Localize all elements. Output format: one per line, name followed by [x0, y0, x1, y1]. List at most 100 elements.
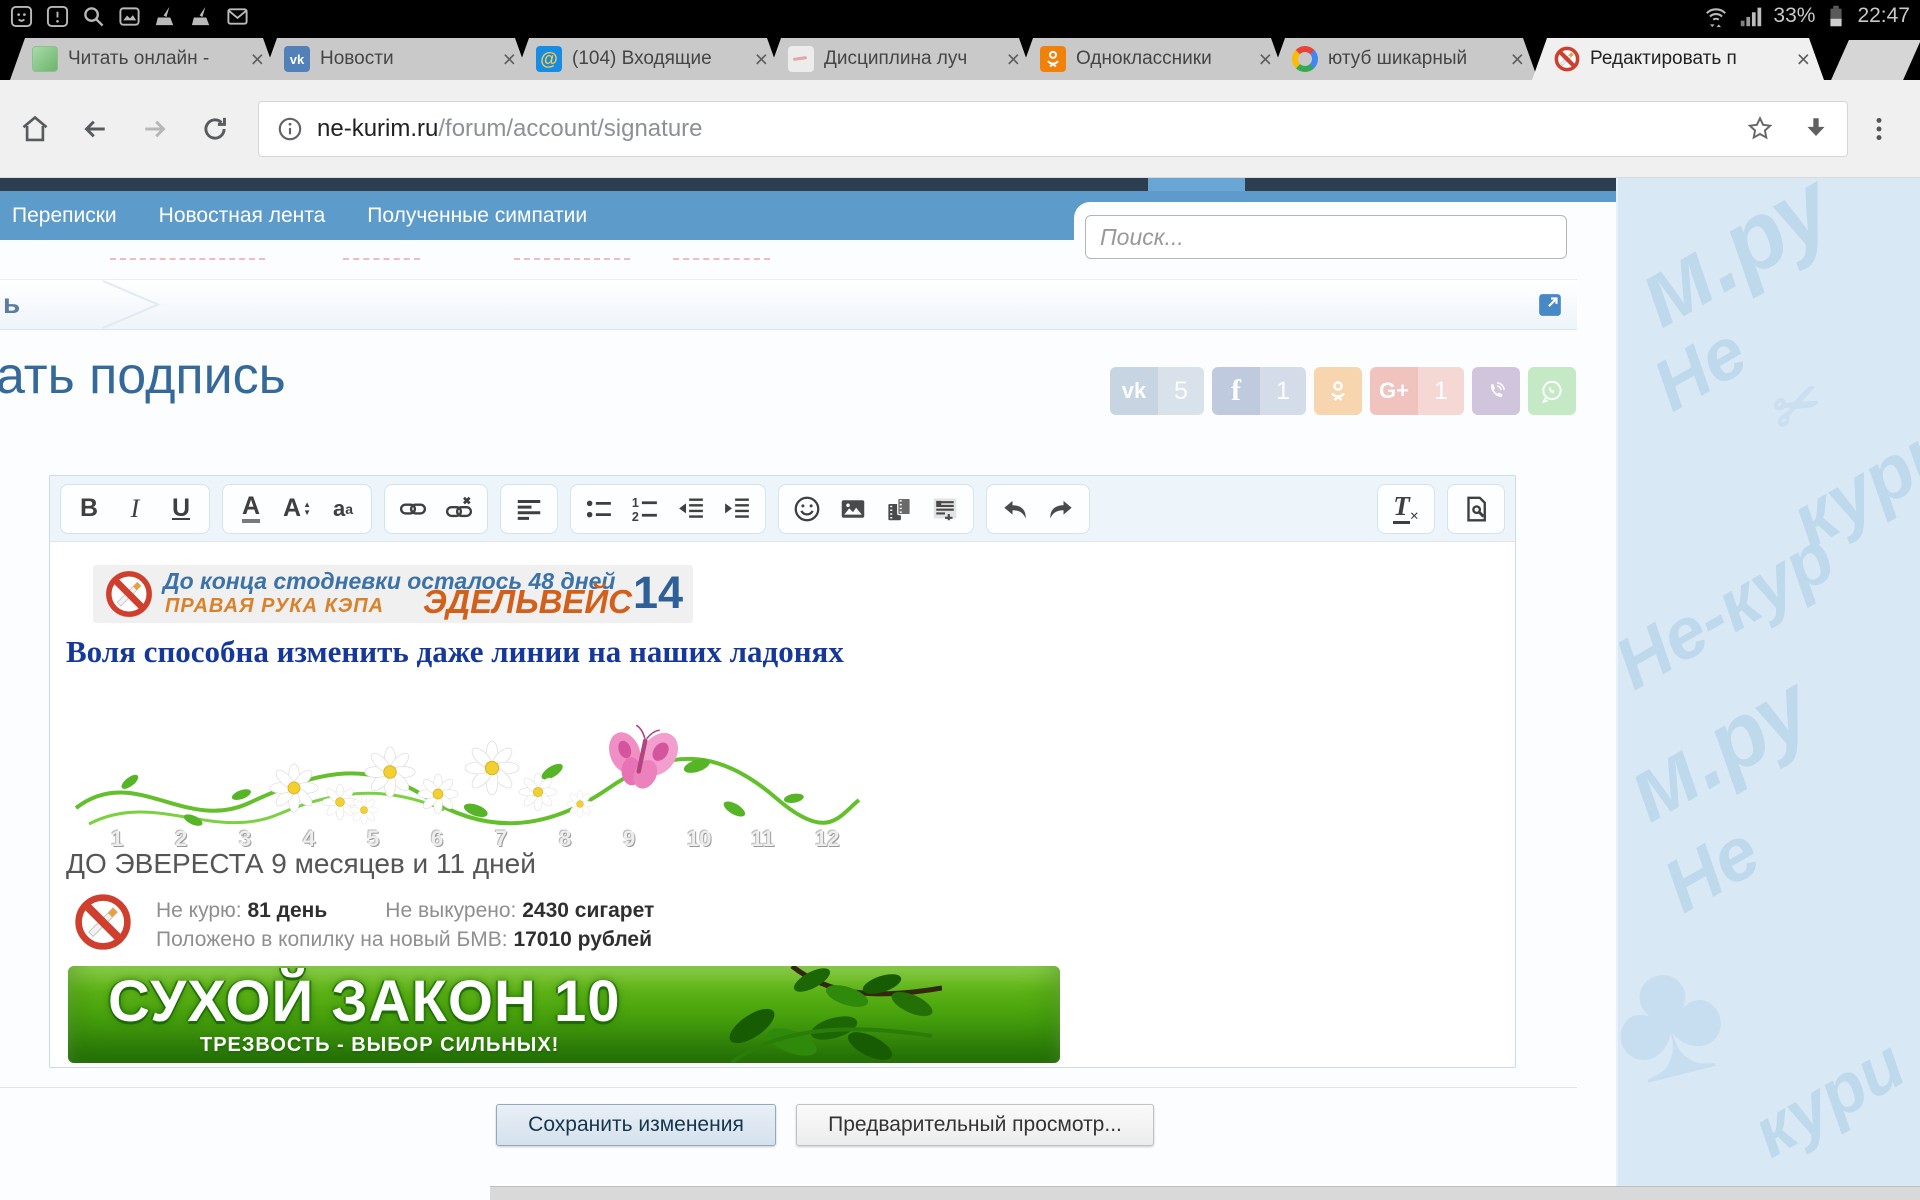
status-bar: 33% 22:47 [0, 0, 1920, 32]
garland-number: 11 [751, 826, 774, 852]
tab-close-button[interactable]: × [1797, 46, 1810, 73]
italic-button[interactable]: I [112, 487, 158, 531]
search-app-icon [82, 5, 105, 28]
watermark-background: м.ру Не ✂ кури Не-кур м.ру Не ♣ кури [1616, 178, 1920, 1200]
tab-close-button[interactable]: × [1007, 46, 1020, 73]
underline-button[interactable]: U [158, 487, 204, 531]
no-smoking-icon [74, 893, 132, 951]
viber-phone-icon [1472, 367, 1520, 415]
clock: 22:47 [1857, 4, 1910, 28]
home-button[interactable] [18, 112, 52, 146]
url-bar[interactable]: ne-kurim.ru/forum/account/signature [258, 101, 1848, 157]
page-content: ь ать подпись vk5 f1 G+1 B I U A [0, 240, 1616, 1200]
search-input[interactable] [1085, 215, 1567, 259]
share-viber-button[interactable] [1472, 367, 1520, 415]
font-family-button[interactable]: aa [320, 487, 366, 531]
mailru-favicon: @ [536, 46, 562, 72]
signal-icon [1738, 3, 1764, 29]
insert-image-button[interactable] [830, 487, 876, 531]
tab-close-button[interactable]: × [1511, 46, 1524, 73]
faded-link-underline [110, 254, 265, 260]
undo-button[interactable] [992, 487, 1038, 531]
emoji-button[interactable] [784, 487, 830, 531]
faded-link-underline [514, 254, 630, 260]
reload-button[interactable] [198, 112, 232, 146]
ok-favicon [1040, 46, 1066, 72]
download-button[interactable] [1801, 114, 1831, 144]
faded-link-underline [673, 254, 770, 260]
forward-button[interactable] [138, 112, 172, 146]
watermark-text: Не-кур [1616, 516, 1848, 706]
tab-close-button[interactable]: × [251, 46, 264, 73]
banner-number: 14 [633, 567, 683, 619]
screen: 33% 22:47 Читать онлайн - × vk Новости ×… [0, 0, 1920, 1200]
back-button[interactable] [78, 112, 112, 146]
tab-vk-news[interactable]: vk Новости × [262, 38, 530, 80]
url-domain: ne-kurim.ru [317, 115, 438, 143]
banner-line2: ПРАВАЯ РУКА КЭПА [165, 595, 384, 618]
book-favicon [32, 46, 58, 72]
nav-link-likes[interactable]: Полученные симпатии [367, 204, 587, 228]
redo-button[interactable] [1038, 487, 1084, 531]
external-link-icon[interactable] [1537, 292, 1563, 318]
tab-read-online[interactable]: Читать онлайн - × [10, 38, 278, 80]
share-ok-button[interactable] [1314, 367, 1362, 415]
preview-button[interactable]: Предварительный просмотр... [796, 1104, 1154, 1146]
browser-menu-button[interactable] [1864, 112, 1894, 146]
butterfly [594, 715, 688, 798]
breadcrumb-fragment[interactable]: ь [3, 288, 20, 320]
cleaner-icon [154, 5, 177, 28]
page-title: ать подпись [0, 346, 286, 406]
outdent-button[interactable] [668, 487, 714, 531]
bottom-scrollbar[interactable] [490, 1186, 1920, 1200]
tab-google-search[interactable]: ютуб шикарный × [1270, 38, 1538, 80]
navbar-active-indicator [1148, 178, 1245, 191]
save-button[interactable]: Сохранить изменения [496, 1104, 776, 1146]
tab-close-button[interactable]: × [1259, 46, 1272, 73]
text-color-button[interactable]: A [228, 487, 274, 531]
nav-link-conversations[interactable]: Переписки [12, 204, 117, 228]
tab-close-button[interactable]: × [503, 46, 516, 73]
share-gplus-button[interactable]: G+1 [1370, 367, 1464, 415]
share-count: 1 [1418, 367, 1464, 415]
tab-close-button[interactable]: × [755, 46, 768, 73]
font-size-button[interactable]: A▲▼ [274, 487, 320, 531]
remove-format-button[interactable]: T× [1383, 487, 1429, 531]
battery-icon [1824, 3, 1848, 29]
signature-editor[interactable]: B I U A A▲▼ aa 12 [49, 475, 1516, 1068]
tab-odnoklassniki[interactable]: Одноклассники × [1018, 38, 1286, 80]
content-divider [0, 1087, 1577, 1088]
editor-toolbar: B I U A A▲▼ aa 12 [50, 476, 1515, 542]
everest-countdown: ДО ЭВЕРЕСТА 9 месяцев и 11 дней [66, 848, 536, 880]
bullet-list-button[interactable] [576, 487, 622, 531]
share-buttons: vk5 f1 G+1 [1110, 367, 1576, 415]
align-button[interactable] [506, 487, 552, 531]
share-whatsapp-button[interactable] [1528, 367, 1576, 415]
garland-number: 12 [815, 826, 839, 852]
share-facebook-button[interactable]: f1 [1212, 367, 1306, 415]
tab-label: ютуб шикарный [1328, 48, 1505, 70]
vk-favicon: vk [284, 46, 310, 72]
bookmark-star-button[interactable] [1745, 114, 1775, 144]
navbar-top-strip [0, 178, 1616, 191]
tab-discipline[interactable]: Дисциплина луч × [766, 38, 1034, 80]
indent-button[interactable] [714, 487, 760, 531]
url-path: /forum/account/signature [438, 115, 702, 143]
nav-link-newsfeed[interactable]: Новостная лента [159, 204, 326, 228]
source-mode-button[interactable] [1453, 487, 1499, 531]
tab-edit-signature-active[interactable]: Редактировать п × [1532, 38, 1824, 80]
insert-link-button[interactable] [390, 487, 436, 531]
share-vk-button[interactable]: vk5 [1110, 367, 1204, 415]
page-info-icon[interactable] [275, 114, 305, 144]
countdown-banner: До конца стодневки осталось 48 дней ПРАВ… [93, 565, 693, 623]
signature-motto: Воля способна изменить даже линии на наш… [66, 634, 844, 670]
insert-quote-button[interactable] [922, 487, 968, 531]
bold-button[interactable]: B [66, 487, 112, 531]
tab-stub[interactable] [1831, 40, 1920, 80]
numbered-list-button[interactable]: 12 [622, 487, 668, 531]
insert-media-button[interactable] [876, 487, 922, 531]
garland-number: 10 [687, 826, 711, 852]
remove-link-button[interactable] [436, 487, 482, 531]
tab-mail-inbox[interactable]: @ (104) Входящие × [514, 38, 782, 80]
breadcrumb-chevron-icon [98, 280, 168, 329]
